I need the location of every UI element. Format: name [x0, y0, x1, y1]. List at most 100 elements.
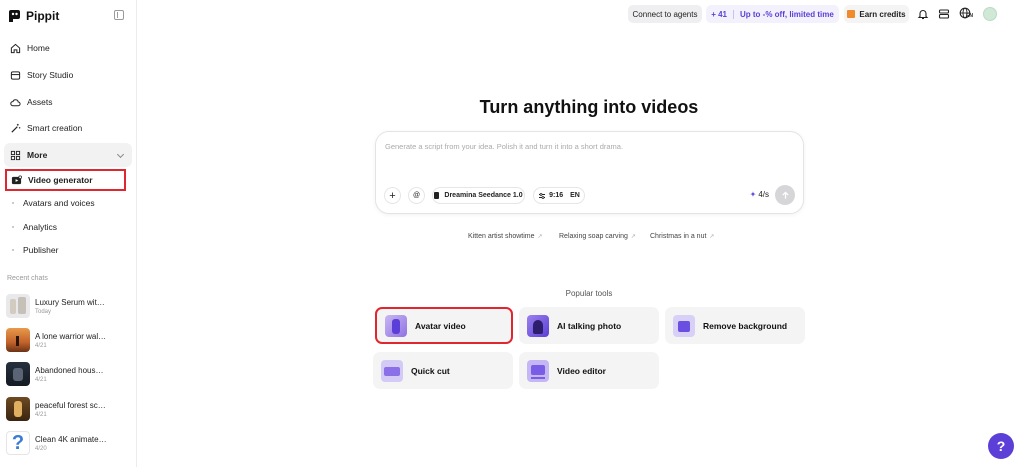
chat-thumbnail: [6, 397, 30, 421]
nav-more[interactable]: More: [4, 143, 132, 167]
credit-cost: ✦ 4/s: [750, 190, 769, 199]
promo-text: Up to -% off, limited time: [740, 9, 834, 19]
recent-chat-item[interactable]: peaceful forest scene 4/21: [6, 396, 132, 422]
chat-title: A lone warrior walk...: [35, 331, 107, 341]
nav-more-label: More: [27, 150, 48, 160]
home-icon: [10, 43, 21, 53]
recent-chat-item[interactable]: Abandoned house,... 4/21: [6, 361, 132, 387]
model-label: Dreamina Seedance 1.0: [444, 192, 523, 199]
suggestion-label: Relaxing soap carving: [559, 233, 628, 240]
earn-credits-button[interactable]: Earn credits: [844, 5, 909, 23]
help-button[interactable]: ?: [988, 433, 1014, 459]
bullet-dot: [12, 226, 14, 228]
chat-date: 4/20: [35, 445, 47, 452]
tool-label: Quick cut: [411, 365, 450, 376]
recent-chat-item[interactable]: Luxury Serum with ... Today: [6, 293, 132, 319]
grid-icon: [10, 150, 21, 160]
chat-title: Clean 4K animated...: [35, 434, 107, 444]
tool-label: AI talking photo: [557, 320, 622, 331]
nav-assets-label: Assets: [27, 97, 53, 107]
chat-thumbnail: [6, 362, 30, 386]
nav-publisher[interactable]: Publisher: [12, 243, 58, 257]
tool-avatar-video[interactable]: Avatar video: [375, 307, 513, 344]
language-label: EN: [570, 192, 580, 199]
page-title: Turn anything into videos: [479, 97, 699, 117]
connect-to-agents-button[interactable]: Connect to agents: [628, 5, 702, 23]
remove-background-icon: [673, 314, 695, 337]
bullet-dot: [12, 249, 14, 251]
nav-smart-creation-label: Smart creation: [27, 123, 83, 133]
chat-title: peaceful forest scene: [35, 400, 107, 410]
video-generator-icon: [11, 175, 22, 184]
magic-wand-icon: [11, 123, 21, 133]
avatar-video-icon: [385, 314, 407, 337]
gift-icon: [847, 10, 856, 18]
nav-video-generator-label: Video generator: [28, 175, 93, 185]
send-button[interactable]: [775, 185, 795, 205]
app-name: Pippit: [26, 9, 60, 23]
arrow-icon: ↗: [630, 234, 636, 240]
cloud-icon: [10, 98, 21, 106]
aspect-ratio-label: 9:16: [549, 192, 564, 199]
suggestion-chip[interactable]: Kitten artist showtime ↗: [468, 233, 543, 240]
nav-publisher-label: Publisher: [23, 245, 59, 255]
chat-title: Luxury Serum with ...: [35, 297, 107, 307]
inbox-icon[interactable]: [938, 8, 950, 20]
nav-home[interactable]: Home: [4, 36, 132, 60]
sliders-icon: [539, 192, 546, 199]
sidebar: Pippit Home Story Studio Assets Smart cr…: [0, 0, 137, 467]
language-code: EN: [966, 13, 973, 19]
model-icon: [434, 192, 440, 199]
recent-chat-item[interactable]: A lone warrior walk... 4/21: [6, 327, 132, 353]
divider: [733, 9, 734, 19]
nav-assets[interactable]: Assets: [4, 90, 132, 114]
prompt-input[interactable]: Generate a script from your idea. Polish…: [385, 142, 623, 151]
tool-label: Remove background: [703, 320, 788, 331]
suggestion-chip[interactable]: Relaxing soap carving ↗: [559, 233, 636, 240]
settings-selector[interactable]: 9:16 EN: [533, 187, 585, 204]
tool-remove-background[interactable]: Remove background: [665, 307, 805, 344]
model-selector[interactable]: Dreamina Seedance 1.0: [432, 187, 525, 204]
suggestion-label: Christmas in a nut: [650, 233, 707, 240]
quick-cut-icon: [381, 359, 403, 382]
story-icon: [10, 70, 21, 80]
suggestion-chip[interactable]: Christmas in a nut ↗: [650, 233, 714, 240]
credits-promo-pill[interactable]: + 41 Up to -% off, limited time: [706, 5, 839, 23]
talking-photo-icon: [527, 314, 549, 337]
tool-label: Avatar video: [415, 320, 466, 331]
tool-ai-talking-photo[interactable]: AI talking photo: [519, 307, 659, 344]
video-editor-icon: [527, 359, 549, 382]
nav-video-generator[interactable]: Video generator: [5, 169, 126, 191]
nav-analytics[interactable]: Analytics: [12, 220, 57, 234]
nav-analytics-label: Analytics: [23, 222, 58, 232]
collapse-sidebar-icon[interactable]: [114, 10, 124, 20]
arrow-up-icon: [781, 190, 789, 199]
prompt-composer[interactable]: Generate a script from your idea. Polish…: [375, 131, 804, 214]
recent-chat-item[interactable]: ? Clean 4K animated... 4/20: [6, 430, 132, 456]
user-avatar[interactable]: [983, 7, 997, 21]
nav-story-studio-label: Story Studio: [27, 70, 74, 80]
mention-button[interactable]: @: [408, 187, 425, 204]
nav-home-label: Home: [27, 43, 50, 53]
question-mark-icon: ?: [6, 431, 30, 455]
sparkle-icon: ✦: [749, 190, 757, 199]
language-selector[interactable]: EN: [959, 7, 977, 21]
nav-smart-creation[interactable]: Smart creation: [4, 116, 132, 140]
nav-avatars-label: Avatars and voices: [23, 198, 95, 208]
pippit-logo-icon: [9, 10, 20, 22]
nav-story-studio[interactable]: Story Studio: [4, 63, 132, 87]
add-attachment-button[interactable]: +: [384, 187, 401, 204]
arrow-icon: ↗: [709, 234, 715, 240]
tool-quick-cut[interactable]: Quick cut: [373, 352, 513, 389]
arrow-icon: ↗: [537, 234, 543, 240]
tool-video-editor[interactable]: Video editor: [519, 352, 659, 389]
bullet-dot: [12, 202, 14, 204]
nav-avatars-and-voices[interactable]: Avatars and voices: [12, 196, 95, 210]
chat-title: Abandoned house,...: [35, 365, 107, 375]
chat-thumbnail: [6, 294, 30, 318]
earn-credits-label: Earn credits: [859, 9, 906, 19]
bell-icon[interactable]: [917, 8, 929, 20]
chevron-down-icon: [116, 150, 125, 159]
logo[interactable]: Pippit: [8, 7, 128, 25]
recent-chats-heading: Recent chats: [7, 275, 48, 282]
